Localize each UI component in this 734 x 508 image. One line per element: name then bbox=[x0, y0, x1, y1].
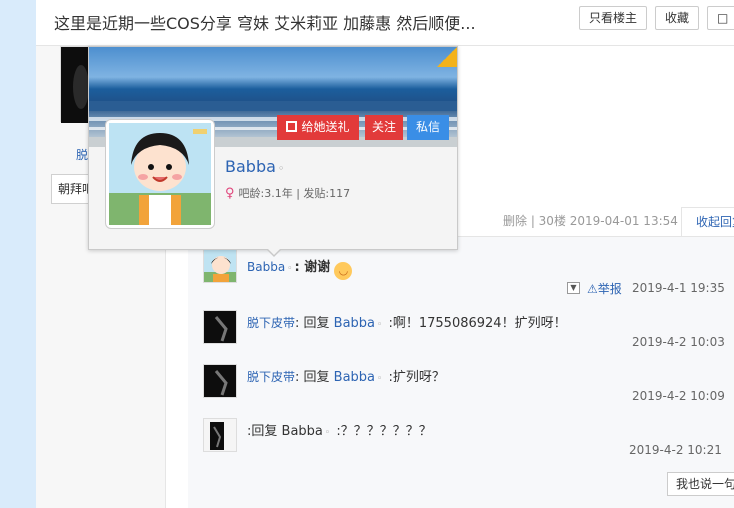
comment-avatar[interactable] bbox=[203, 249, 237, 283]
message-button[interactable]: 私信 bbox=[407, 115, 449, 140]
report-link[interactable]: ⚠举报 bbox=[587, 280, 622, 297]
favorite-button[interactable]: 收藏 bbox=[655, 6, 700, 30]
comment-avatar[interactable] bbox=[203, 418, 237, 452]
fold-replies-button[interactable]: 收起回复 bbox=[681, 207, 734, 237]
member-dot-icon: ◦ bbox=[287, 264, 293, 274]
thread-header: 这里是近期一些COS分享 穹妹 艾米莉亚 加藤惠 然后顺便... 只看楼主 收藏… bbox=[36, 0, 734, 46]
comment-line: :回复 Babba ◦ :？？？？？？？ bbox=[247, 420, 432, 439]
comment-time: 2019-4-2 10:03 bbox=[632, 335, 725, 349]
warning-icon: ⚠ bbox=[587, 282, 598, 296]
only-host-button[interactable]: 只看楼主 bbox=[579, 6, 648, 30]
avatar-image bbox=[204, 365, 236, 397]
reply-button[interactable]: 我也说一句 bbox=[667, 472, 734, 496]
member-dot-icon: ◦ bbox=[324, 428, 331, 438]
reply-prefix: : 回复 bbox=[295, 370, 330, 385]
member-dot-icon: ◦ bbox=[377, 320, 383, 330]
popup-avatar[interactable] bbox=[105, 119, 215, 229]
comment-avatar[interactable] bbox=[203, 364, 237, 398]
comment-line: 脱下皮带: 回复 Babba ◦ :啊！1755086924！扩列呀！ bbox=[247, 312, 567, 331]
reply-target[interactable]: Babba bbox=[334, 370, 375, 385]
reply-prefix: : 回复 bbox=[295, 316, 330, 331]
comment-icon: □ bbox=[717, 11, 729, 25]
member-dot-icon: ◦ bbox=[277, 162, 285, 175]
comment-line: Babba ◦: 谢谢 ◡ bbox=[247, 256, 353, 280]
comment-body: : 谢谢 bbox=[294, 260, 331, 275]
comment-time: 2019-4-1 19:35 bbox=[632, 281, 725, 295]
author-name[interactable]: 脱 bbox=[76, 146, 88, 163]
reply-icon-button[interactable]: □ bbox=[707, 6, 734, 30]
thread-title: 这里是近期一些COS分享 穹妹 艾米莉亚 加藤惠 然后顺便... bbox=[54, 14, 476, 33]
female-icon: ♀ bbox=[225, 186, 235, 201]
gift-button[interactable]: 给她送礼 bbox=[277, 115, 359, 140]
avatar-image bbox=[204, 419, 236, 451]
comment-user[interactable]: 脱下皮带 bbox=[247, 316, 295, 330]
reply-target[interactable]: Babba bbox=[282, 424, 323, 439]
comment-time: 2019-4-2 10:09 bbox=[632, 389, 725, 403]
member-dot-icon: ◦ bbox=[377, 374, 383, 384]
popup-username[interactable]: Babba ◦ bbox=[225, 157, 286, 176]
comment-avatar[interactable] bbox=[203, 310, 237, 344]
gift-label: 给她送礼 bbox=[301, 120, 350, 134]
comment-user[interactable]: 脱下皮带 bbox=[247, 370, 295, 384]
popup-stats-text: 吧龄:3.1年 | 发贴:117 bbox=[238, 187, 351, 200]
popup-stats: ♀ 吧龄:3.1年 | 发贴:117 bbox=[225, 185, 350, 201]
left-gutter bbox=[0, 0, 36, 508]
dropdown-toggle[interactable]: ▼ bbox=[567, 282, 580, 294]
maruko-avatar-image bbox=[109, 123, 211, 225]
chevron-down-icon: ▼ bbox=[570, 283, 577, 292]
follow-button[interactable]: 关注 bbox=[365, 115, 403, 140]
user-card-popup: 给她送礼 关注 私信 Babba ◦ ♀ 吧龄:3.1年 | 发贴:117 bbox=[88, 46, 458, 250]
comment-body: :？？？？？？？ bbox=[332, 424, 432, 439]
reply-prefix: :回复 bbox=[247, 424, 278, 439]
gift-icon bbox=[286, 121, 298, 132]
avatar-image bbox=[204, 250, 236, 282]
popup-username-text: Babba bbox=[225, 157, 276, 176]
comment-time: 2019-4-2 10:21 bbox=[629, 443, 722, 457]
post-meta: 删除 | 30楼 2019-04-01 13:54 bbox=[503, 214, 678, 228]
comment-user[interactable]: Babba bbox=[247, 260, 285, 274]
comment-body: :扩列呀？ bbox=[384, 370, 445, 385]
avatar-image bbox=[204, 311, 236, 343]
smile-emoji-icon: ◡ bbox=[334, 262, 353, 280]
comment-body: :啊！1755086924！扩列呀！ bbox=[384, 316, 567, 331]
corner-badge-icon bbox=[437, 47, 457, 67]
report-label: 举报 bbox=[597, 282, 622, 296]
popup-arrow-inner bbox=[267, 248, 281, 255]
comment-line: 脱下皮带: 回复 Babba ◦ :扩列呀？ bbox=[247, 366, 445, 385]
reply-target[interactable]: Babba bbox=[334, 316, 375, 331]
